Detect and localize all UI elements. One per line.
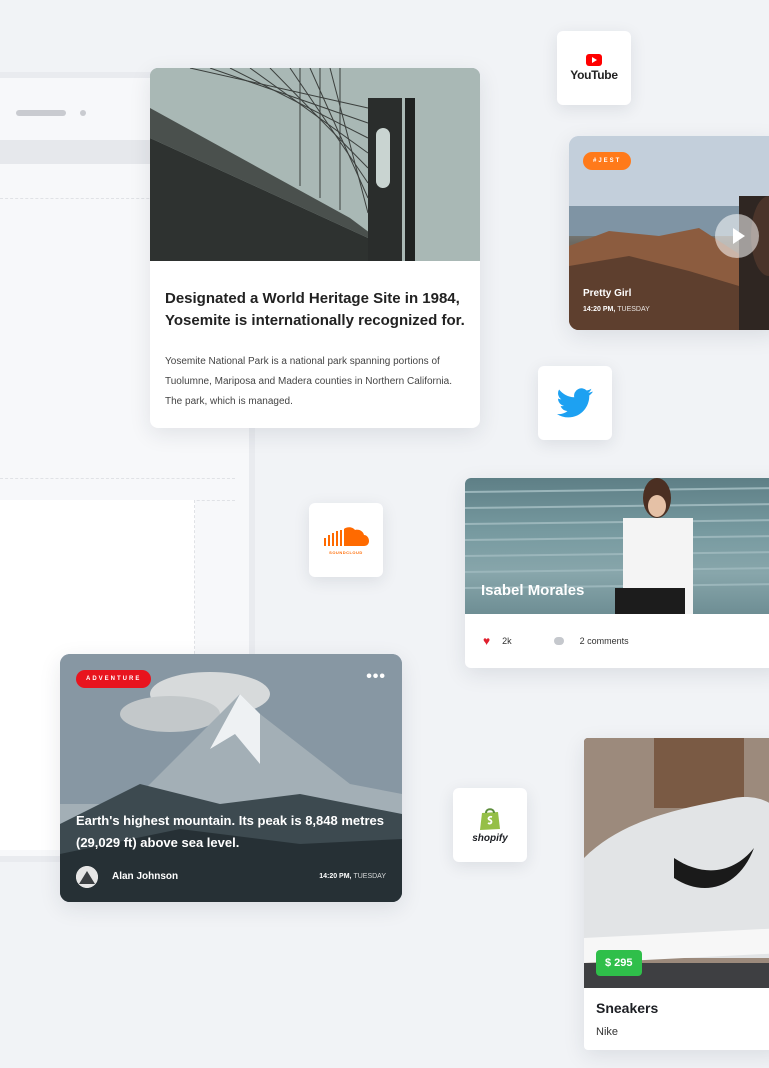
video-thumbnail: #JEST Pretty Girl 14:20 PM, TUESDAY	[569, 136, 769, 330]
product-brand: Nike	[596, 1026, 619, 1038]
youtube-icon	[586, 54, 602, 66]
soundcloud-tile[interactable]: SOUNDCLOUD	[309, 503, 383, 577]
video-card[interactable]: #JEST Pretty Girl 14:20 PM, TUESDAY	[569, 136, 769, 330]
video-day: TUESDAY	[617, 306, 650, 313]
profile-name: Isabel Morales	[481, 582, 585, 599]
mountain-photo: ADVENTURE ••• Earth's highest mountain. …	[60, 654, 402, 902]
shopify-tile[interactable]: shopify	[453, 788, 527, 862]
video-tag[interactable]: #JEST	[583, 152, 632, 170]
category-tag[interactable]: ADVENTURE	[76, 670, 152, 688]
twitter-bird-icon	[557, 388, 593, 418]
product-title[interactable]: Sneakers	[596, 1000, 658, 1016]
video-time: 14:20 PM,	[583, 306, 616, 313]
soundcloud-wordmark: SOUNDCLOUD	[329, 549, 363, 555]
sneaker-photo: $ 295	[584, 738, 769, 988]
comment-icon[interactable]	[553, 637, 564, 645]
stairs-photo: Isabel Morales	[465, 478, 769, 614]
mountain-illustration	[60, 654, 402, 902]
bridge-image	[150, 68, 480, 261]
article-card-yosemite[interactable]: Designated a World Heritage Site in 1984…	[150, 68, 480, 428]
product-card-sneakers[interactable]: $ 295 Sneakers Nike	[584, 738, 769, 1050]
likes-count: 2k	[502, 636, 512, 646]
story-timestamp: 14:20 PM, TUESDAY	[319, 873, 386, 880]
window-pill	[16, 110, 66, 116]
shopify-wordmark: shopify	[472, 832, 508, 844]
article-title: Designated a World Heritage Site in 1984…	[165, 290, 465, 329]
divider	[0, 478, 235, 479]
window-dot	[80, 110, 86, 116]
story-time: 14:20 PM,	[319, 873, 352, 880]
video-timestamp: 14:20 PM, TUESDAY	[583, 306, 650, 313]
soundcloud-icon	[324, 526, 369, 546]
comments-count[interactable]: 2 comments	[580, 636, 629, 646]
article-excerpt: Yosemite National Park is a national par…	[165, 356, 452, 407]
story-card-mountain[interactable]: ADVENTURE ••• Earth's highest mountain. …	[60, 654, 402, 902]
play-button[interactable]	[715, 214, 759, 258]
youtube-tile[interactable]: YouTube	[557, 31, 631, 105]
twitter-tile[interactable]	[538, 366, 612, 440]
heart-icon[interactable]: ♥	[483, 634, 490, 648]
video-title: Pretty Girl	[583, 288, 632, 299]
story-day: TUESDAY	[353, 873, 386, 880]
more-options-icon[interactable]: •••	[366, 668, 386, 686]
avatar[interactable]	[76, 866, 98, 888]
author-name[interactable]: Alan Johnson	[112, 871, 178, 882]
shopify-bag-icon	[480, 807, 500, 830]
story-title: Earth's highest mountain. Its peak is 8,…	[76, 813, 384, 850]
bridge-illustration	[150, 68, 480, 261]
engagement-bar: ♥ 2k 2 comments	[483, 634, 629, 648]
profile-card-isabel[interactable]: Isabel Morales ♥ 2k 2 comments	[465, 478, 769, 668]
youtube-wordmark: YouTube	[570, 68, 618, 82]
avatar-image	[76, 866, 98, 888]
price-badge: $ 295	[596, 950, 642, 976]
